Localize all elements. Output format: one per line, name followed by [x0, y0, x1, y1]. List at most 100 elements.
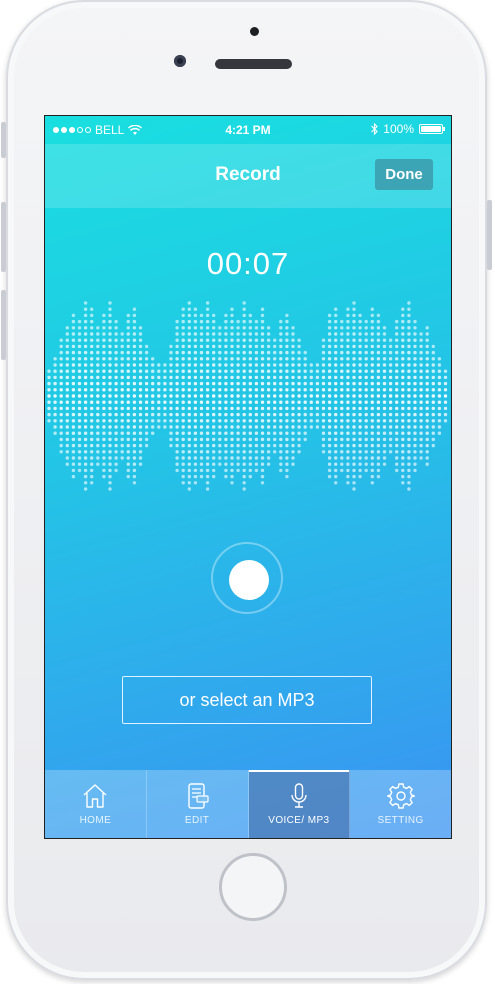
- waveform-dot: [175, 338, 179, 342]
- waveform-dot: [285, 443, 289, 448]
- select-mp3-button[interactable]: or select an MP3: [122, 676, 372, 724]
- waveform-dot: [260, 388, 265, 392]
- done-button[interactable]: Done: [375, 159, 433, 190]
- waveform-dot: [431, 419, 435, 423]
- waveform-dot: [205, 307, 210, 311]
- waveform-dot: [352, 313, 356, 318]
- waveform-dot: [382, 363, 387, 367]
- waveform-dot: [266, 419, 271, 423]
- tab-home[interactable]: HOME: [45, 770, 147, 838]
- waveform-dot: [346, 338, 350, 342]
- waveform-dot: [126, 400, 130, 404]
- waveform-dot: [340, 412, 344, 417]
- waveform-dot: [382, 357, 387, 361]
- tab-edit[interactable]: EDIT: [147, 770, 249, 838]
- waveform-dot: [285, 462, 289, 466]
- waveform-dot: [126, 474, 130, 479]
- waveform-dot: [260, 425, 265, 429]
- waveform-dot: [169, 425, 173, 429]
- waveform-dot: [346, 412, 350, 417]
- waveform-dot: [212, 474, 216, 479]
- waveform-dot: [297, 338, 301, 342]
- waveform-dot: [352, 319, 356, 324]
- waveform-dot: [291, 350, 295, 355]
- waveform-dot: [181, 400, 185, 404]
- waveform-dot: [47, 375, 51, 380]
- waveform-dot: [334, 431, 338, 435]
- waveform-dot: [266, 381, 271, 386]
- waveform-dot: [224, 431, 228, 435]
- waveform-dot: [303, 437, 307, 442]
- waveform-dot: [163, 381, 167, 386]
- waveform-dot: [327, 456, 332, 460]
- waveform-dot: [291, 462, 295, 466]
- waveform-dot: [224, 388, 228, 392]
- waveform-dot: [205, 326, 210, 330]
- waveform-dot: [321, 388, 326, 392]
- waveform-dot: [187, 406, 191, 411]
- waveform-dot: [388, 450, 393, 454]
- waveform-dot: [407, 406, 411, 411]
- waveform-dot: [437, 431, 442, 435]
- waveform-dot: [120, 456, 124, 460]
- record-button[interactable]: [211, 542, 283, 614]
- waveform-dot: [83, 425, 88, 429]
- waveform-dot: [83, 369, 88, 373]
- waveform-dot: [138, 419, 143, 423]
- waveform-dot: [90, 431, 94, 435]
- tab-edit-label: EDIT: [184, 815, 210, 826]
- waveform-dot: [273, 375, 277, 380]
- waveform-dot: [315, 388, 320, 392]
- waveform-dot: [376, 456, 381, 460]
- waveform-dot: [199, 357, 204, 361]
- waveform-dot: [413, 326, 417, 330]
- waveform-dot: [138, 332, 143, 336]
- waveform-dot: [224, 468, 228, 473]
- waveform-dot: [352, 344, 356, 349]
- waveform-dot: [102, 319, 106, 324]
- waveform-dot: [395, 437, 399, 442]
- waveform-dot: [327, 319, 332, 324]
- waveform-dot: [334, 381, 338, 386]
- waveform-dot: [71, 313, 76, 318]
- waveform-dot: [376, 400, 381, 404]
- waveform-dot: [138, 443, 143, 448]
- waveform-dot: [285, 419, 289, 423]
- tab-voice-mp3-label: VOICE/ MP3: [268, 815, 330, 826]
- waveform-dot: [382, 400, 387, 404]
- waveform-dot: [65, 363, 69, 367]
- waveform-dot: [407, 332, 411, 336]
- waveform-dot: [248, 468, 252, 473]
- waveform-dot: [382, 456, 387, 460]
- waveform-dot: [230, 474, 234, 479]
- waveform-dot: [248, 357, 252, 361]
- waveform-dot: [352, 419, 356, 423]
- waveform-dot: [327, 419, 332, 423]
- waveform-dot: [138, 450, 143, 454]
- waveform-dot: [126, 344, 130, 349]
- waveform-dot: [218, 350, 222, 355]
- waveform-dot: [364, 394, 368, 398]
- waveform-dot: [376, 369, 381, 373]
- waveform-dot: [370, 307, 374, 311]
- waveform-dot: [419, 363, 423, 367]
- waveform-dot: [53, 406, 57, 411]
- waveform-dot: [187, 443, 191, 448]
- waveform-dot: [132, 456, 137, 460]
- waveform-dot: [358, 338, 362, 342]
- waveform-dot: [199, 443, 204, 448]
- waveform-dot: [71, 332, 76, 336]
- waveform-dot: [199, 344, 204, 349]
- tab-voice-mp3[interactable]: VOICE/ MP3: [248, 770, 351, 838]
- waveform-dot: [193, 344, 198, 349]
- waveform-dot: [327, 450, 332, 454]
- waveform-dot: [266, 406, 271, 411]
- waveform-dot: [340, 425, 344, 429]
- waveform-dot: [65, 357, 69, 361]
- tab-setting[interactable]: SETTING: [350, 770, 451, 838]
- waveform-dot: [230, 468, 234, 473]
- waveform-dot: [114, 344, 118, 349]
- waveform-dot: [407, 474, 411, 479]
- home-button[interactable]: [219, 853, 287, 921]
- waveform-dot: [90, 326, 94, 330]
